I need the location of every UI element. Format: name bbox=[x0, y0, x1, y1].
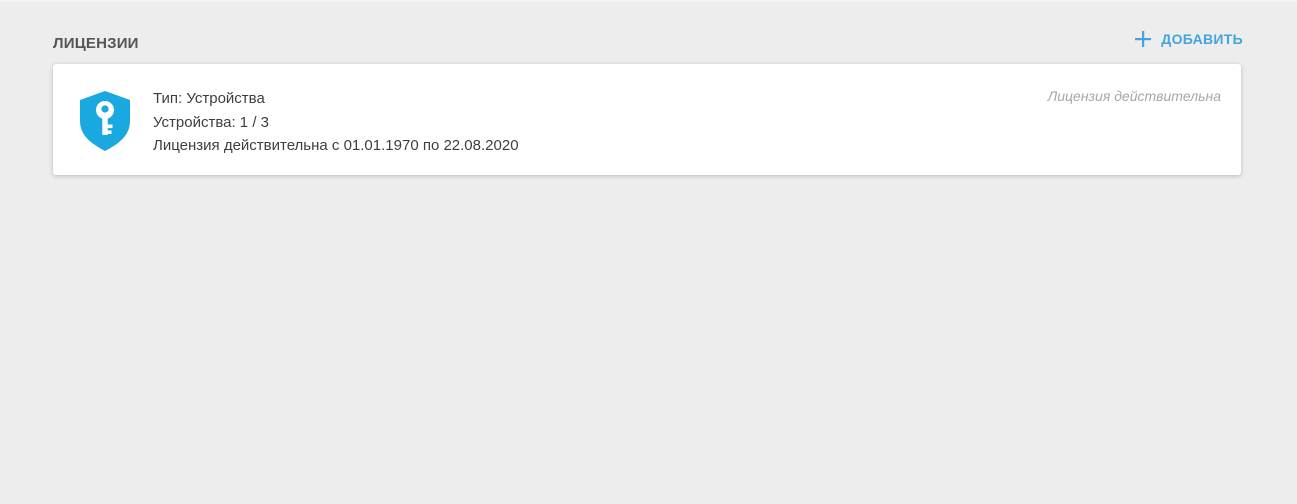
license-validity: Лицензия действительна с 01.01.1970 по 2… bbox=[153, 137, 519, 154]
license-type: Тип: Устройства bbox=[153, 90, 265, 107]
shield-key-icon bbox=[80, 91, 130, 151]
licenses-header: ЛИЦЕНЗИИ ДОБАВИТЬ bbox=[53, 30, 1243, 58]
plus-icon bbox=[1134, 30, 1152, 48]
license-card[interactable]: Тип: Устройства Устройства: 1 / 3 Лиценз… bbox=[53, 64, 1241, 175]
section-title: ЛИЦЕНЗИИ bbox=[53, 35, 139, 52]
license-details: Тип: Устройства Устройства: 1 / 3 Лиценз… bbox=[153, 87, 519, 158]
add-button-label: ДОБАВИТЬ bbox=[1161, 31, 1243, 47]
license-devices: Устройства: 1 / 3 bbox=[153, 113, 269, 131]
license-status: Лицензия действительна bbox=[1047, 88, 1221, 104]
top-divider bbox=[0, 0, 1297, 2]
add-license-button[interactable]: ДОБАВИТЬ bbox=[1134, 30, 1243, 48]
